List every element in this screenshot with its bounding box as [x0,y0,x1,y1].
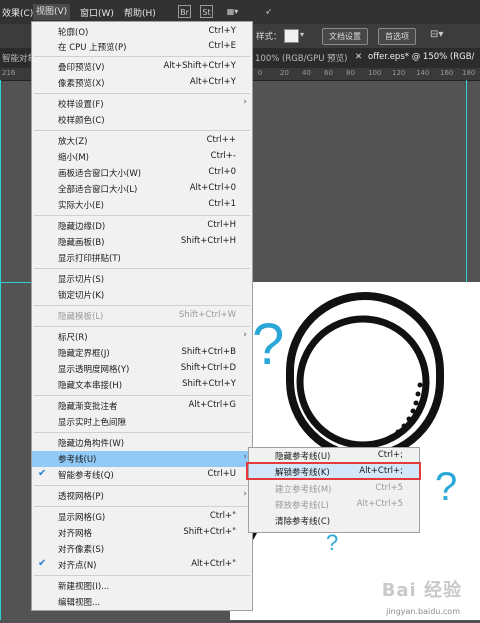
chevron-down-icon[interactable]: ▾ [300,30,304,39]
question-mark-icon: ? [435,465,457,509]
ruler-tick: 40 [302,69,311,77]
ruler-tick: 0 [258,69,263,77]
ruler-tick: 140 [416,69,430,77]
menu-separator [34,268,250,269]
submenu-item-clear-guides[interactable]: 清除参考线(C) [249,513,419,529]
menu-separator [34,575,250,576]
ruler-tick: 160 [440,69,454,77]
menu-item-edit-views[interactable]: 编辑视图... [32,594,252,610]
menu-separator [34,506,250,507]
menu-item-perspective-grid[interactable]: 透视网格(P) › [32,488,252,504]
menu-item-pixel-preview[interactable]: 像素预览(X) Alt+Ctrl+Y [32,75,252,91]
magnifier-lens [296,315,430,449]
tab-offer-eps[interactable]: offer.eps* @ 150% (RGB/ [368,52,474,62]
menu-item-hide-edges[interactable]: 隐藏边缘(D) Ctrl+H [32,218,252,234]
menu-separator [34,395,250,396]
tab-gpu-preview[interactable]: 100% (RGB/GPU 预览) [255,52,347,64]
menu-effect[interactable]: 效果(C) [2,6,33,19]
gpu-rocket-icon[interactable]: ➶ [262,5,275,18]
menu-view[interactable]: 视图(V) [33,4,71,20]
menu-item-actual-size[interactable]: 实际大小(E) Ctrl+1 [32,197,252,213]
guide-vertical-left[interactable] [0,80,1,620]
chevron-right-icon: › [243,97,247,107]
menu-item-snap-to-point[interactable]: ✔ 对齐点(N) Alt+Ctrl+" [32,557,252,573]
arrange-docs-icon[interactable]: ▦▾ [226,5,239,18]
watermark-url: jingyan.baidu.com [386,607,460,616]
ruler-tick: 100 [368,69,382,77]
stock-icon[interactable]: St [200,5,213,18]
align-icon[interactable]: ⊟▾ [430,29,443,40]
chevron-right-icon: › [243,452,247,462]
menu-separator [34,56,250,57]
ruler-tick: 80 [346,69,355,77]
chevron-right-icon: › [243,330,247,340]
checkmark-icon: ✔ [38,468,47,479]
highlight-annotation-box [246,462,421,480]
baidu-jingyan-logo: Bai 经验 [381,580,462,601]
menu-item-hide-template: 隐藏模板(L) Shift+Ctrl+W [58,310,236,322]
style-label: 样式： [256,32,282,42]
menu-item-proof-colors[interactable]: 校样颜色(C) [32,112,252,128]
menu-item-rulers[interactable]: 标尺(R) › [32,329,252,345]
menu-separator [34,93,250,94]
close-icon[interactable]: ✕ [355,52,362,62]
ruler-tick: 180 [462,69,476,77]
menu-item-live-paint-gaps[interactable]: 显示实时上色间隙 [32,414,252,430]
menu-item-show-grid[interactable]: 显示网格(G) Ctrl+" [32,509,252,525]
bridge-icon[interactable]: Br [178,5,191,18]
menu-item-hide-bounding-box[interactable]: 隐藏定界框(J) Shift+Ctrl+B [32,345,252,361]
menu-item-cpu-preview[interactable]: 在 CPU 上预览(P) Ctrl+E [32,39,252,55]
menu-separator [34,215,250,216]
menu-item-snap-to-grid[interactable]: 对齐网格 Shift+Ctrl+" [32,525,252,541]
menu-separator [34,485,250,486]
menu-item-zoom-out[interactable]: 缩小(M) Ctrl+- [32,149,252,165]
menu-item-fit-artboard[interactable]: 画板适合窗口大小(W) Ctrl+0 [32,165,252,181]
ruler-tick: 216 [2,69,16,77]
menu-item-outline[interactable]: 轮廓(O) Ctrl+Y [32,24,252,40]
preferences-button[interactable]: 首选项 [378,28,416,45]
menu-separator [34,432,250,433]
ruler-tick: 60 [324,69,333,77]
question-mark-icon: ? [326,530,338,555]
menu-item-show-slices[interactable]: 显示切片(S) [32,271,252,287]
ruler-tick: 120 [392,69,406,77]
menu-item-zoom-in[interactable]: 放大(Z) Ctrl++ [32,133,252,149]
submenu-item-make-guides: 建立参考线(M) Ctrl+5 [275,483,403,495]
question-mark-icon: ? [252,312,284,377]
style-swatch[interactable] [284,29,299,43]
menu-item-fit-all[interactable]: 全部适合窗口大小(L) Alt+Ctrl+0 [32,181,252,197]
menu-window[interactable]: 窗口(W) [80,6,114,19]
checkmark-icon: ✔ [38,558,47,569]
chevron-right-icon: › [243,489,247,499]
menu-item-hide-gradient-annotator[interactable]: 隐藏渐变批注者 Alt+Ctrl+G [32,398,252,414]
doc-settings-button[interactable]: 文档设置 [322,28,368,45]
menu-help[interactable]: 帮助(H) [124,6,156,19]
menu-item-lock-slices[interactable]: 锁定切片(K) [32,287,252,303]
menu-item-hide-corner-widget[interactable]: 隐藏边角构件(W) [32,435,252,451]
menu-item-guides[interactable]: 参考线(U) › [32,451,252,467]
menu-item-snap-to-pixel[interactable]: 对齐像素(S) [32,541,252,557]
menu-item-overprint-preview[interactable]: 叠印预览(V) Alt+Shift+Ctrl+Y [32,59,252,75]
view-menu-dropdown: 轮廓(O) Ctrl+Y 在 CPU 上预览(P) Ctrl+E 叠印预览(V) Al… [31,21,253,611]
menu-item-proof-setup[interactable]: 校样设置(F) › [32,96,252,112]
menu-item-print-tiling[interactable]: 显示打印拼贴(T) [32,250,252,266]
menu-item-hide-artboards[interactable]: 隐藏画板(B) Shift+Ctrl+H [32,234,252,250]
menu-item-transparency-grid[interactable]: 显示透明度网格(Y) Shift+Ctrl+D [32,361,252,377]
menu-item-new-view[interactable]: 新建视图(I)... [32,578,252,594]
guides-submenu: 隐藏参考线(U) Ctrl+; 解锁参考线(K) Alt+Ctrl+; 建立参考线(… [248,447,420,533]
menu-separator [34,305,250,306]
ruler-tick: 20 [280,69,289,77]
menu-item-hide-text-threads[interactable]: 隐藏文本串接(H) Shift+Ctrl+Y [32,377,252,393]
menu-separator [34,130,250,131]
menu-item-smart-guides[interactable]: ✔ 智能参考线(Q) Ctrl+U [32,467,252,483]
menu-separator [34,326,250,327]
submenu-item-release-guides: 释放参考线(L) Alt+Ctrl+5 [275,499,403,511]
